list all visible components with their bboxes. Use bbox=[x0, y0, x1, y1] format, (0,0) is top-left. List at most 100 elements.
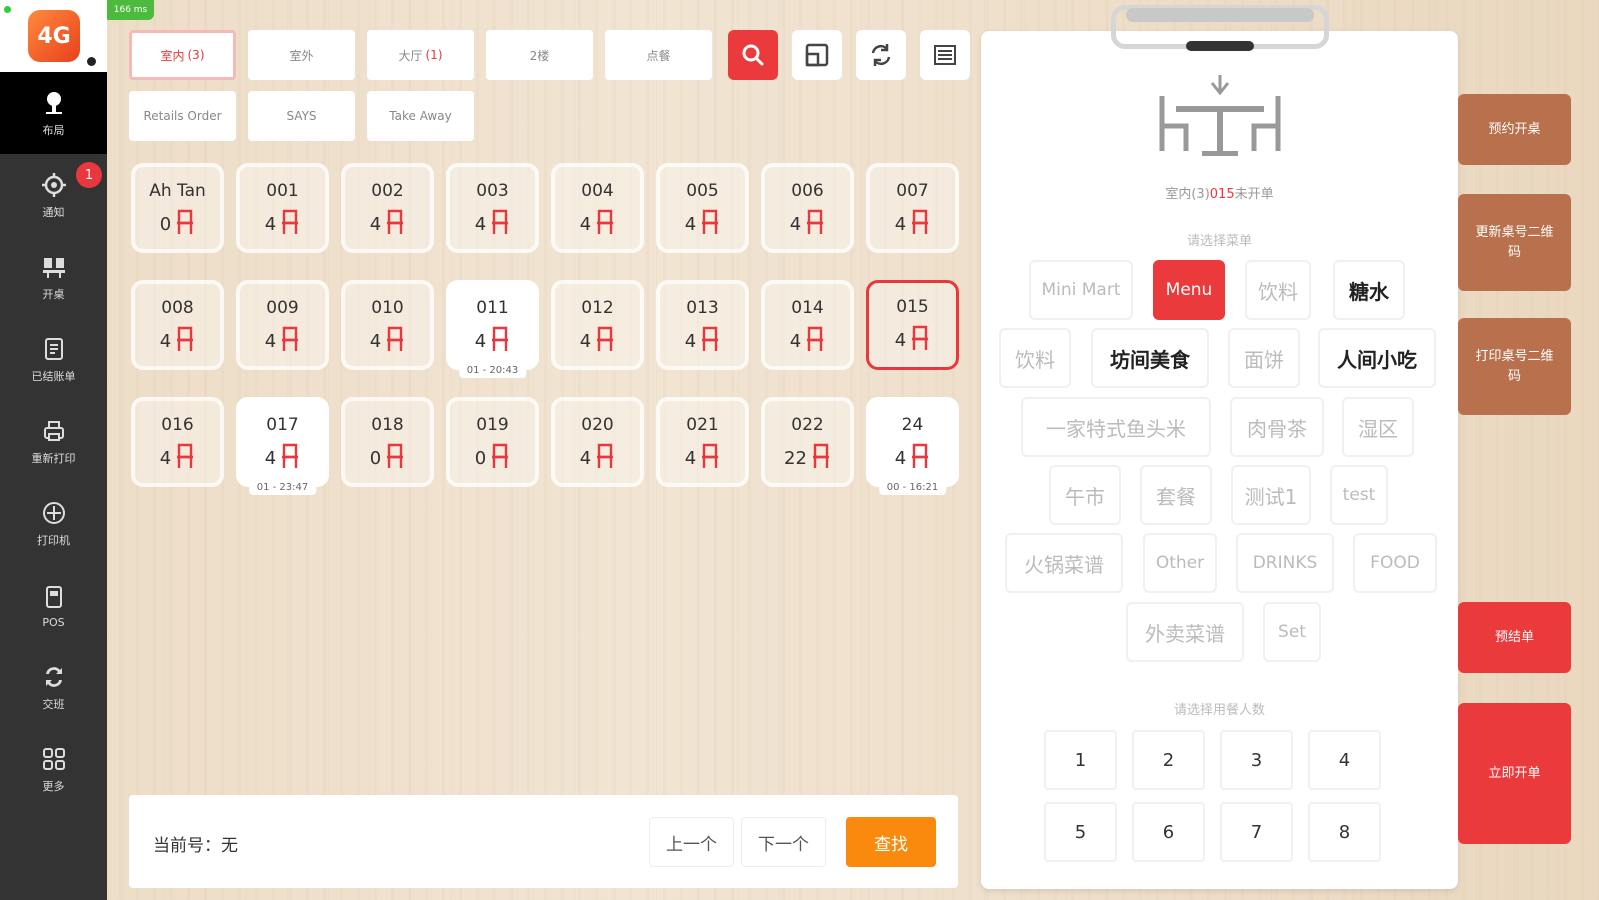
tab-says[interactable]: SAYS bbox=[248, 91, 355, 141]
people-7-button[interactable]: 7 bbox=[1220, 802, 1293, 862]
sidebar-item-pos[interactable]: POS bbox=[0, 564, 107, 646]
previous-button[interactable]: 上一个 bbox=[649, 817, 734, 867]
seat-count: 4 bbox=[789, 331, 802, 352]
sidebar-item-reprint[interactable]: 重新打印 bbox=[0, 400, 107, 482]
menu-snacks[interactable]: 人间小吃 bbox=[1318, 328, 1436, 388]
tab-second-floor[interactable]: 2楼 bbox=[486, 30, 593, 80]
table-card[interactable]: 019 0 bbox=[446, 397, 539, 487]
tab-order[interactable]: 点餐 bbox=[605, 30, 712, 80]
people-3-button[interactable]: 3 bbox=[1220, 730, 1293, 790]
seat-count: 4 bbox=[579, 331, 592, 352]
logo-area: 4G bbox=[0, 0, 107, 72]
open-order-now-button[interactable]: 立即开单 bbox=[1458, 703, 1571, 844]
list-view-button[interactable] bbox=[920, 30, 970, 80]
expand-button[interactable] bbox=[792, 30, 842, 80]
menu-drinks-cn-2[interactable]: 饮料 bbox=[999, 328, 1071, 388]
update-qr-button[interactable]: 更新桌号二维码 bbox=[1458, 194, 1571, 291]
table-card[interactable]: 012 4 bbox=[551, 280, 644, 370]
tab-retails-order[interactable]: Retails Order bbox=[129, 91, 236, 141]
table-card[interactable]: 006 4 bbox=[761, 163, 854, 253]
next-button[interactable]: 下一个 bbox=[741, 817, 826, 867]
table-seats: 0 bbox=[160, 209, 195, 240]
tab-outdoor[interactable]: 室外 bbox=[248, 30, 355, 80]
sidebar-item-notifications[interactable]: 通知 1 bbox=[0, 154, 107, 236]
sidebar-item-more[interactable]: 更多 bbox=[0, 728, 107, 810]
table-card[interactable]: 014 4 bbox=[761, 280, 854, 370]
menu-set-meal[interactable]: 套餐 bbox=[1140, 465, 1212, 525]
menu-hotpot[interactable]: 火锅菜谱 bbox=[1005, 533, 1123, 593]
table-card[interactable]: Ah Tan 0 bbox=[131, 163, 224, 253]
people-section-label: 请选择用餐人数 bbox=[1173, 703, 1265, 718]
people-8-button[interactable]: 8 bbox=[1308, 802, 1381, 862]
menu-wet-area[interactable]: 湿区 bbox=[1342, 397, 1414, 457]
table-open-time: 01 - 23:47 bbox=[248, 480, 317, 495]
sidebar-item-open-table[interactable]: 开桌 bbox=[0, 236, 107, 318]
tab-indoor[interactable]: 室内 (3) bbox=[129, 30, 236, 80]
menu-mini-mart[interactable]: Mini Mart bbox=[1029, 260, 1133, 320]
menu-street-food[interactable]: 坊间美食 bbox=[1091, 328, 1209, 388]
table-seats: 4 bbox=[895, 443, 930, 474]
table-card[interactable]: 013 4 bbox=[656, 280, 749, 370]
people-4-button[interactable]: 4 bbox=[1308, 730, 1381, 790]
refresh-button[interactable] bbox=[856, 30, 906, 80]
people-5-button[interactable]: 5 bbox=[1044, 802, 1117, 862]
table-name: 019 bbox=[476, 415, 509, 435]
sidebar-item-closed-bills[interactable]: 已结账单 bbox=[0, 318, 107, 400]
table-card[interactable]: 004 4 bbox=[551, 163, 644, 253]
table-card[interactable]: 011 4 01 - 20:43 bbox=[446, 280, 539, 378]
table-card[interactable]: 005 4 bbox=[656, 163, 749, 253]
menu-test-1[interactable]: 测试1 bbox=[1231, 465, 1311, 525]
tab-hall[interactable]: 大厅 (1) bbox=[367, 30, 474, 80]
table-card[interactable]: 003 4 bbox=[446, 163, 539, 253]
menu-drinks[interactable]: DRINKS bbox=[1236, 533, 1334, 593]
table-card[interactable]: 017 4 01 - 23:47 bbox=[236, 397, 329, 495]
menu-set[interactable]: Set bbox=[1263, 602, 1321, 662]
find-button[interactable]: 查找 bbox=[846, 817, 936, 867]
menu-fish-head[interactable]: 一家特式鱼头米 bbox=[1021, 397, 1211, 457]
table-card[interactable]: 018 0 bbox=[341, 397, 434, 487]
menu-lunch[interactable]: 午市 bbox=[1049, 465, 1121, 525]
tab-take-away[interactable]: Take Away bbox=[367, 91, 474, 141]
table-card[interactable]: 009 4 bbox=[236, 280, 329, 370]
table-card[interactable]: 010 4 bbox=[341, 280, 434, 370]
dining-table-icon bbox=[1159, 75, 1281, 156]
table-card[interactable]: 008 4 bbox=[131, 280, 224, 370]
tab-label: 室外 bbox=[289, 48, 314, 63]
table-card[interactable]: 015 4 bbox=[866, 280, 959, 370]
table-card[interactable]: 020 4 bbox=[551, 397, 644, 487]
sidebar-item-layout[interactable]: 布局 bbox=[0, 72, 107, 154]
menu-takeaway[interactable]: 外卖菜谱 bbox=[1126, 602, 1244, 662]
table-seats: 4 bbox=[475, 209, 510, 240]
people-2-button[interactable]: 2 bbox=[1132, 730, 1205, 790]
menu-dessert[interactable]: 糖水 bbox=[1333, 260, 1405, 320]
chair-icon bbox=[801, 209, 825, 240]
people-1-button[interactable]: 1 bbox=[1044, 730, 1117, 790]
list-icon bbox=[934, 45, 956, 65]
print-qr-button[interactable]: 打印桌号二维码 bbox=[1458, 318, 1571, 415]
reserve-table-button[interactable]: 预约开桌 bbox=[1458, 94, 1571, 165]
search-button[interactable] bbox=[728, 30, 778, 80]
seat-count: 4 bbox=[264, 214, 277, 235]
menu-other[interactable]: Other bbox=[1143, 533, 1217, 593]
menu-menu[interactable]: Menu bbox=[1153, 260, 1225, 320]
sidebar-item-printer[interactable]: 打印机 bbox=[0, 482, 107, 564]
table-card[interactable]: 022 22 bbox=[761, 397, 854, 487]
pre-bill-button[interactable]: 预结单 bbox=[1458, 602, 1571, 673]
table-card[interactable]: 24 4 00 - 16:21 bbox=[866, 397, 959, 495]
people-6-button[interactable]: 6 bbox=[1132, 802, 1205, 862]
menu-bak-kut-teh[interactable]: 肉骨茶 bbox=[1230, 397, 1324, 457]
sidebar-item-label: 更多 bbox=[42, 780, 65, 793]
table-name: 014 bbox=[791, 298, 824, 318]
table-card[interactable]: 007 4 bbox=[866, 163, 959, 253]
sidebar-item-shift[interactable]: 交班 bbox=[0, 646, 107, 728]
table-name: 015 bbox=[896, 297, 929, 317]
table-card[interactable]: 002 4 bbox=[341, 163, 434, 253]
table-name: 003 bbox=[476, 181, 509, 201]
menu-food[interactable]: FOOD bbox=[1353, 533, 1437, 593]
menu-drinks-cn[interactable]: 饮料 bbox=[1245, 260, 1311, 320]
table-card[interactable]: 021 4 bbox=[656, 397, 749, 487]
menu-noodles[interactable]: 面饼 bbox=[1228, 328, 1300, 388]
table-card[interactable]: 016 4 bbox=[131, 397, 224, 487]
table-card[interactable]: 001 4 bbox=[236, 163, 329, 253]
menu-test[interactable]: test bbox=[1330, 465, 1388, 525]
